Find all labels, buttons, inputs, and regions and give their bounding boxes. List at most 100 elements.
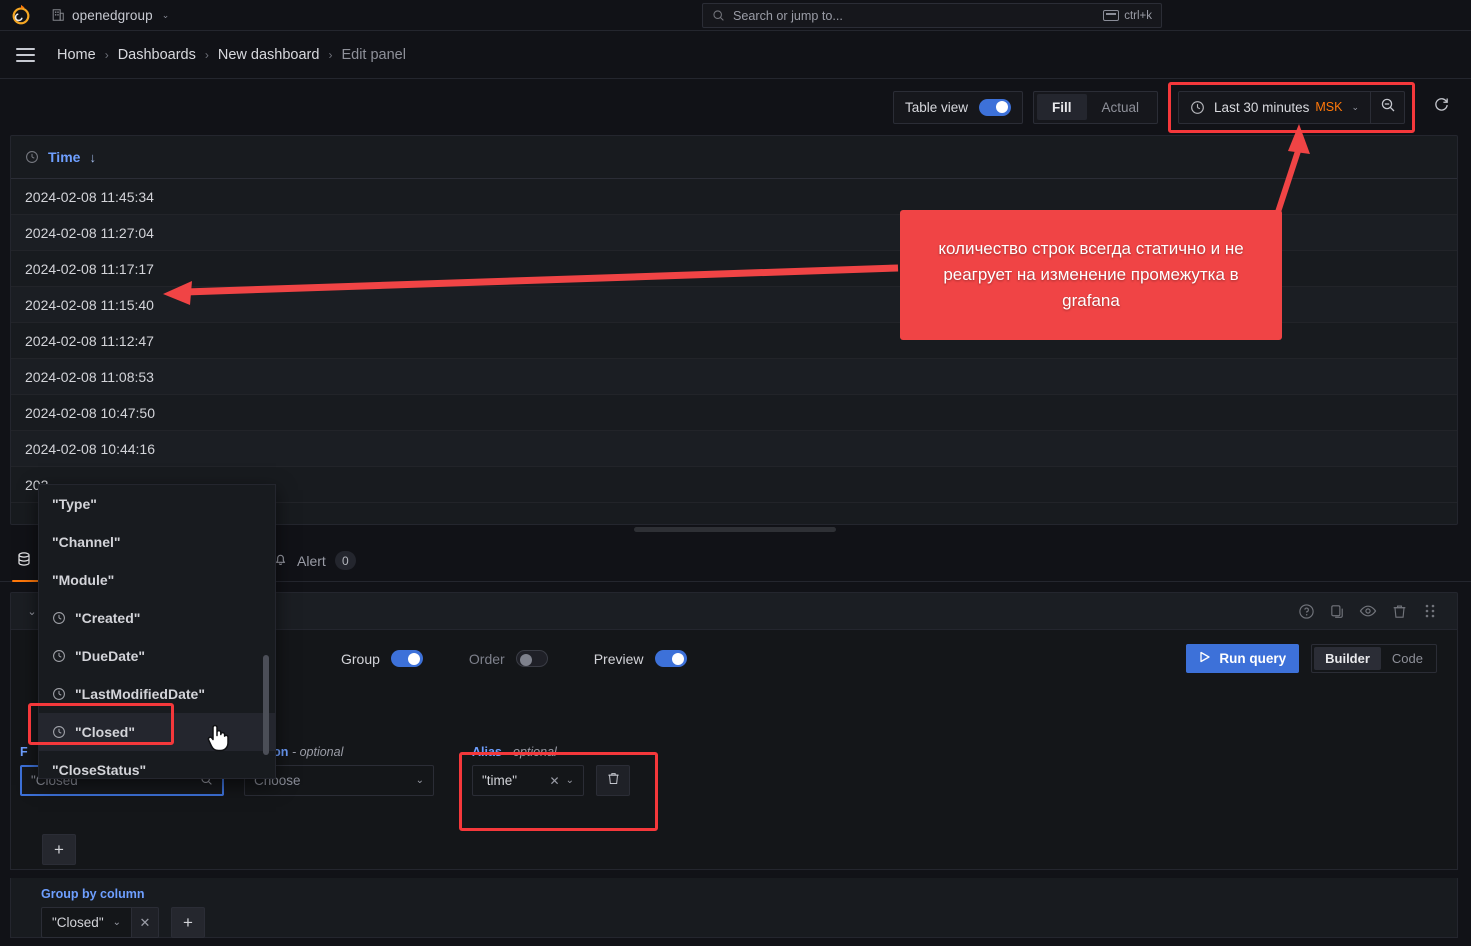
search-icon: [712, 9, 725, 22]
time-range-picker[interactable]: Last 30 minutes MSK ⌄: [1178, 90, 1371, 124]
panel-resize-handle[interactable]: [634, 527, 836, 532]
add-field-row: +: [42, 834, 76, 865]
grafana-logo-icon[interactable]: [9, 3, 33, 27]
chevron-down-icon: ⌄: [161, 9, 170, 20]
chevron-down-icon: ⌄: [112, 917, 121, 928]
column-options-dropdown: "Type" "Channel" "Module" "Created" "Due…: [38, 484, 276, 779]
dropdown-option-type[interactable]: "Type": [39, 485, 275, 523]
refresh-button[interactable]: [1425, 91, 1457, 124]
table-row[interactable]: 2024-02-08 10:44:16: [11, 431, 1457, 467]
group-label: Group: [341, 650, 380, 667]
alias-value: "time": [482, 773, 518, 788]
dropdown-option-closed[interactable]: "Closed": [39, 713, 275, 751]
order-switch[interactable]: [515, 650, 548, 667]
breadcrumb-separator: ›: [104, 47, 109, 62]
dropdown-option-lastmodifieddate[interactable]: "LastModifiedDate": [39, 675, 275, 713]
dropdown-option-label: "CloseStatus": [52, 762, 147, 778]
dropdown-option-created[interactable]: "Created": [39, 599, 275, 637]
dropdown-option-label: "DueDate": [75, 648, 146, 664]
group-by-combo: "Closed" ⌄ ✕: [41, 907, 159, 938]
breadcrumb-item-dashboards[interactable]: Dashboards: [118, 47, 196, 63]
breadcrumb: Home › Dashboards › New dashboard › Edit…: [57, 47, 406, 63]
group-by-controls: "Closed" ⌄ ✕ +: [41, 907, 1457, 938]
help-icon[interactable]: [1297, 602, 1315, 620]
add-field-button[interactable]: +: [42, 834, 76, 865]
dropdown-option-label: "Module": [52, 572, 115, 588]
play-icon: [1199, 651, 1211, 666]
run-query-button[interactable]: Run query: [1186, 644, 1300, 673]
dropdown-option-closestatus[interactable]: "CloseStatus": [39, 751, 275, 778]
preview-switch[interactable]: [654, 650, 687, 667]
run-query-label: Run query: [1219, 651, 1287, 666]
keyboard-icon: [1103, 10, 1120, 21]
chevron-down-icon: ⌄: [415, 775, 424, 786]
table-row[interactable]: 2024-02-08 11:08:53: [11, 359, 1457, 395]
dropdown-option-label: "Created": [75, 610, 141, 626]
table-view-toggle[interactable]: Table view: [892, 90, 1024, 124]
delete-field-button[interactable]: [596, 765, 630, 796]
search-placeholder: Search or jump to...: [733, 8, 843, 23]
alias-select[interactable]: "time" ✕ ⌄: [472, 765, 584, 796]
table-header-row: Time ↓: [11, 136, 1457, 179]
clock-icon: [52, 725, 66, 739]
building-icon: [51, 8, 65, 22]
actual-button[interactable]: Actual: [1087, 94, 1155, 120]
breadcrumb-item-edit-panel: Edit panel: [341, 46, 406, 63]
drag-handle-icon[interactable]: [1421, 602, 1439, 620]
time-range-highlight: Last 30 minutes MSK ⌄: [1168, 81, 1415, 133]
code-button[interactable]: Code: [1381, 647, 1434, 670]
group-by-value: "Closed": [52, 915, 104, 930]
hamburger-menu-icon[interactable]: [10, 40, 40, 70]
group-switch[interactable]: [390, 650, 423, 667]
alias-optional-label: - optional: [505, 745, 557, 759]
clock-icon: [52, 649, 66, 663]
column-header-label: Time: [48, 149, 81, 165]
trash-icon: [606, 771, 621, 791]
top-navigation-bar: openedgroup ⌄ Search or jump to... ctrl+…: [0, 0, 1471, 31]
preview-toggle-wrap: Preview: [594, 650, 687, 667]
breadcrumb-bar: Home › Dashboards › New dashboard › Edit…: [0, 31, 1471, 79]
fill-button[interactable]: Fill: [1037, 94, 1087, 120]
annotation-text: количество строк всегда статично и не ре…: [938, 239, 1244, 310]
chevron-down-icon: ⌄: [1351, 101, 1359, 112]
dropdown-option-channel[interactable]: "Channel": [39, 523, 275, 561]
duplicate-icon[interactable]: [1328, 602, 1346, 620]
table-view-switch[interactable]: [979, 98, 1012, 116]
column-header-time[interactable]: Time ↓: [25, 149, 96, 165]
clock-icon: [25, 150, 39, 164]
dropdown-scrollbar[interactable]: [263, 655, 269, 755]
refresh-icon: [1433, 96, 1450, 118]
preview-label: Preview: [593, 650, 644, 667]
sort-descending-icon[interactable]: ↓: [89, 150, 96, 165]
dropdown-option-label: "LastModifiedDate": [75, 686, 205, 702]
dropdown-option-duedate[interactable]: "DueDate": [39, 637, 275, 675]
clock-icon: [52, 687, 66, 701]
breadcrumb-item-home[interactable]: Home: [57, 47, 96, 63]
breadcrumb-item-new-dashboard[interactable]: New dashboard: [218, 47, 320, 63]
org-switcher[interactable]: openedgroup ⌄: [45, 3, 175, 27]
alias-field-group: Alias - optional "time" ✕ ⌄: [472, 745, 630, 796]
table-view-label: Table view: [904, 99, 969, 115]
breadcrumb-separator: ›: [328, 47, 333, 62]
search-shortcut: ctrl+k: [1103, 10, 1152, 22]
trash-icon[interactable]: [1390, 602, 1408, 620]
group-by-clear-button[interactable]: ✕: [131, 907, 159, 938]
alias-clear-icon[interactable]: ✕: [550, 774, 560, 788]
breadcrumb-separator: ›: [204, 47, 209, 62]
order-toggle-wrap: Order: [469, 650, 548, 667]
eye-icon[interactable]: [1359, 602, 1377, 620]
search-shortcut-label: ctrl+k: [1124, 9, 1152, 22]
dropdown-option-module[interactable]: "Module": [39, 561, 275, 599]
add-group-by-button[interactable]: +: [171, 907, 205, 938]
table-row[interactable]: 2024-02-08 10:47:50: [11, 395, 1457, 431]
annotation-callout: количество строк всегда статично и не ре…: [900, 210, 1282, 340]
group-by-select[interactable]: "Closed" ⌄: [41, 907, 131, 938]
grafana-edit-panel-page: openedgroup ⌄ Search or jump to... ctrl+…: [0, 0, 1471, 946]
builder-code-segment: Builder Code: [1311, 644, 1437, 673]
timezone-label: MSK: [1315, 100, 1343, 114]
zoom-out-button[interactable]: [1371, 90, 1405, 124]
panel-toolbar: Table view Fill Actual Last 30 minutes M…: [892, 81, 1457, 133]
zoom-out-icon: [1380, 97, 1396, 118]
search-input[interactable]: Search or jump to... ctrl+k: [702, 3, 1162, 28]
builder-button[interactable]: Builder: [1314, 647, 1381, 670]
